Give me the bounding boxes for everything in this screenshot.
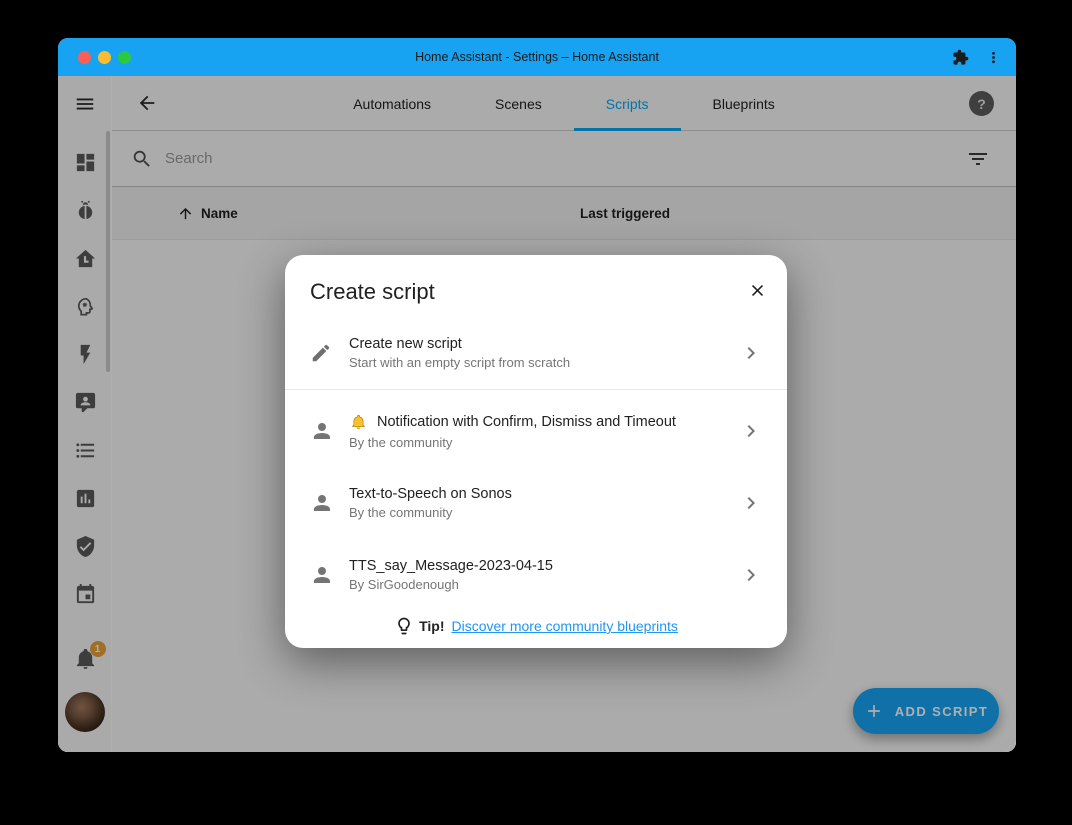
chevron-right-icon — [739, 419, 763, 443]
tip-label: Tip! — [419, 618, 444, 634]
kebab-menu-icon[interactable] — [985, 49, 1002, 66]
close-dialog-button[interactable] — [748, 281, 767, 305]
dialog-title: Create script — [310, 279, 435, 305]
home-assistant-app: 1 Automations Scenes Scripts Blueprints … — [58, 76, 1016, 752]
traffic-lights — [78, 51, 131, 64]
window-title: Home Assistant - Settings – Home Assista… — [415, 50, 659, 64]
zoom-window-button[interactable] — [118, 51, 131, 64]
create-script-dialog: Create script Create new script Start wi… — [285, 255, 787, 648]
close-window-button[interactable] — [78, 51, 91, 64]
pencil-icon — [310, 342, 332, 364]
minimize-window-button[interactable] — [98, 51, 111, 64]
dialog-divider — [285, 389, 787, 390]
dialog-item-tts-sonos-blueprint[interactable]: Text-to-Speech on Sonos By the community — [285, 475, 787, 531]
chevron-right-icon — [739, 491, 763, 515]
lightbulb-icon — [394, 616, 414, 636]
window-titlebar: Home Assistant - Settings – Home Assista… — [58, 38, 1016, 76]
account-icon — [310, 563, 334, 587]
account-icon — [310, 491, 334, 515]
screenshot-stage: Home Assistant - Settings – Home Assista… — [0, 0, 1072, 825]
bell-emoji — [349, 413, 368, 432]
chevron-right-icon — [739, 341, 763, 365]
dialog-item-tts-say-message-blueprint[interactable]: TTS_say_Message-2023-04-15 By SirGoodeno… — [285, 547, 787, 603]
dialog-item-create-new-script[interactable]: Create new script Start with an empty sc… — [285, 325, 787, 381]
account-icon — [310, 419, 334, 443]
chevron-right-icon — [739, 563, 763, 587]
dialog-tip: Tip! Discover more community blueprints — [285, 611, 787, 641]
close-icon — [748, 281, 767, 300]
dialog-item-notification-blueprint[interactable]: Notification with Confirm, Dismiss and T… — [285, 403, 787, 459]
extensions-puzzle-icon[interactable] — [952, 49, 969, 66]
browser-window: Home Assistant - Settings – Home Assista… — [58, 38, 1016, 752]
discover-blueprints-link[interactable]: Discover more community blueprints — [452, 618, 678, 634]
